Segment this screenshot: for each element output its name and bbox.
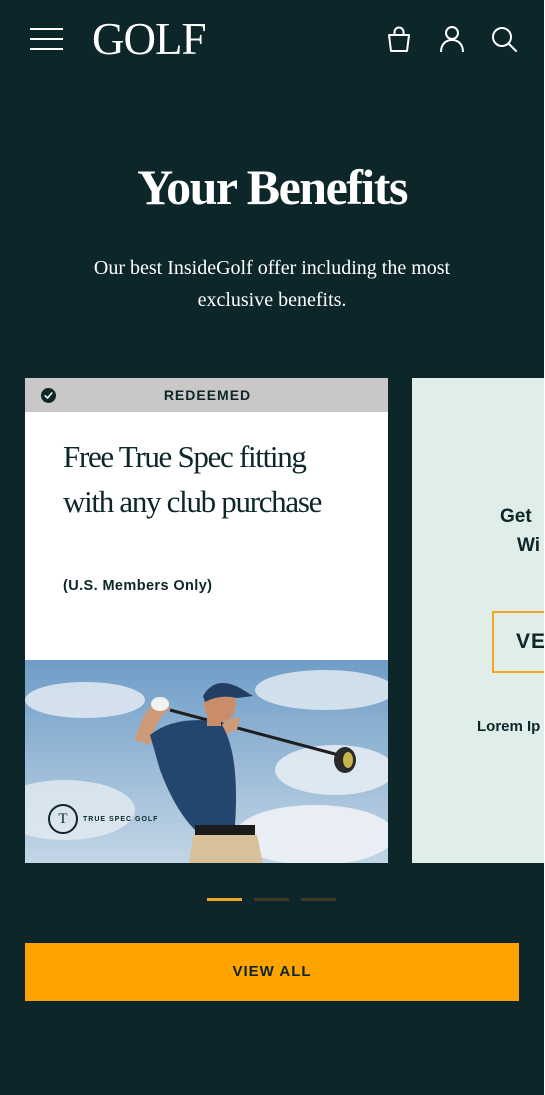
user-icon[interactable] — [437, 24, 467, 54]
benefits-section: GOLF Your Benefits Our best InsideGolf o… — [0, 0, 544, 1095]
benefit-footnote: Lorem Ip — [477, 718, 541, 735]
carousel-dot[interactable] — [254, 898, 289, 901]
page-subtitle: Our best InsideGolf offer including the … — [93, 257, 451, 311]
benefit-card[interactable]: Get Wi VE Lorem Ip — [412, 378, 544, 863]
true-spec-logo: T TRUE SPEC GOLF — [48, 804, 158, 834]
carousel-dot[interactable] — [301, 898, 336, 901]
benefit-note: (U.S. Members Only) — [63, 578, 213, 594]
benefit-card[interactable]: REDEEMED Free True Spec fitting with any… — [25, 378, 388, 863]
redeemed-banner: REDEEMED — [25, 378, 388, 412]
shopping-bag-icon[interactable] — [384, 24, 414, 54]
page-title: Your Benefits — [137, 159, 408, 215]
benefit-title: Get — [500, 506, 532, 527]
carousel-pagination — [207, 898, 348, 901]
benefit-cta-button[interactable]: VE — [492, 611, 544, 673]
benefit-title-line2: Wi — [517, 535, 541, 556]
menu-icon[interactable] — [30, 28, 63, 50]
carousel-dot[interactable] — [207, 898, 242, 901]
golfer-image: T TRUE SPEC GOLF — [25, 660, 388, 863]
logo[interactable]: GOLF — [92, 14, 207, 64]
page: GOLF Your Benefits Our best InsideGolf o… — [0, 0, 545, 1095]
redeemed-label: REDEEMED — [163, 387, 252, 403]
benefit-title: Free True Spec fitting with any club pur… — [63, 439, 322, 519]
view-all-button[interactable]: VIEW ALL — [25, 943, 519, 1001]
search-icon[interactable] — [489, 24, 519, 54]
